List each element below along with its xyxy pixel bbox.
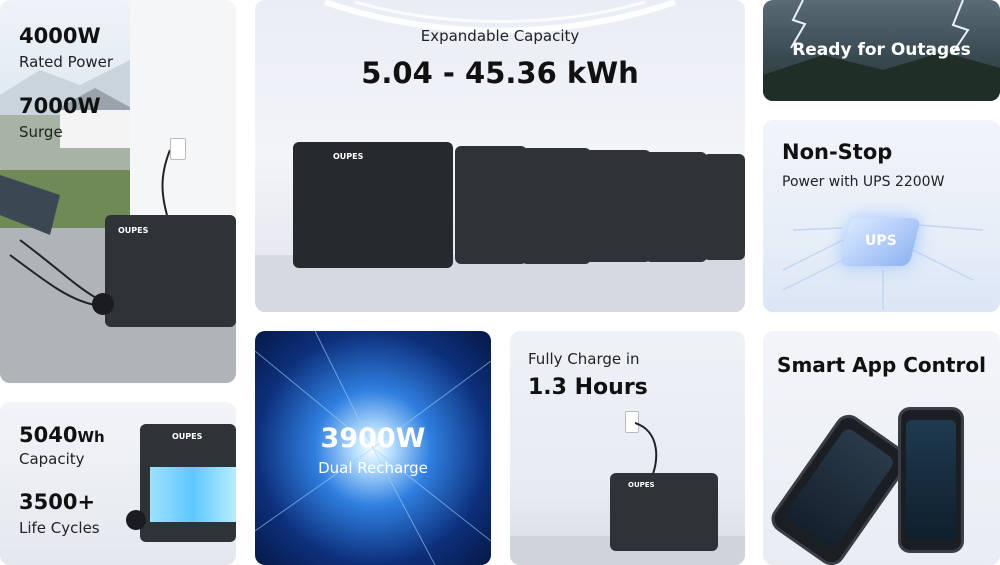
life-cycles-value: 3500+ xyxy=(19,490,96,514)
capacity-label: Expandable Capacity xyxy=(420,27,580,45)
phone-mockup-left xyxy=(766,409,914,565)
outages-label: Ready for Outages xyxy=(792,40,971,60)
ups-title: Non-Stop xyxy=(782,140,893,164)
capacity-number: 5040 xyxy=(19,423,78,447)
app-screen xyxy=(783,426,896,551)
app-title: Smart App Control xyxy=(777,353,986,377)
ups-chip-label: UPS xyxy=(865,233,897,249)
rated-power-label: Rated Power xyxy=(19,53,114,71)
unit-wheel xyxy=(126,510,146,530)
capacity-text-label: Capacity xyxy=(19,450,85,468)
life-cycles-label: Life Cycles xyxy=(19,519,100,537)
main-power-station xyxy=(293,142,453,268)
ups-subtitle: Power with UPS 2200W xyxy=(782,174,945,190)
expansion-battery-2 xyxy=(521,148,591,264)
fullcharge-value: 1.3 Hours xyxy=(528,375,648,400)
expansion-battery-1 xyxy=(455,146,527,264)
app-screen xyxy=(906,420,956,540)
recharge-label: Dual Recharge xyxy=(318,459,428,477)
unit-brand-logo: OUPES xyxy=(118,226,149,235)
tile-ups: UPS Non-Stop Power with UPS 2200W xyxy=(763,120,1000,312)
tile-dual-recharge: 3900W Dual Recharge xyxy=(255,331,491,565)
recharge-value: 3900W xyxy=(320,423,426,454)
capacity-wh-value: 5040Wh xyxy=(19,423,105,447)
wall-outlet-icon xyxy=(170,138,186,160)
main-station-logo: OUPES xyxy=(333,152,364,161)
phone-mockup-right xyxy=(898,407,964,553)
battery-cells-glow xyxy=(150,467,236,522)
rated-power-value: 4000W xyxy=(19,24,101,48)
expansion-battery-5 xyxy=(703,154,745,260)
tile-expandable-capacity: OUPES Expandable Capacity 5.04 - 45.36 k… xyxy=(255,0,745,312)
tile-smart-app: Smart App Control xyxy=(763,331,1000,565)
tile-ready-for-outages: Ready for Outages xyxy=(763,0,1000,101)
tile-battery-capacity: OUPES 5040Wh Capacity 3500+ Life Cycles xyxy=(0,402,236,565)
surge-power-value: 7000W xyxy=(19,94,101,118)
fullcharge-label: Fully Charge in xyxy=(528,350,640,368)
expansion-battery-3 xyxy=(585,150,651,262)
battery-unit-logo: OUPES xyxy=(172,432,203,441)
expansion-battery-4 xyxy=(645,152,707,262)
charging-station-unit xyxy=(610,473,718,551)
capacity-value: 5.04 - 45.36 kWh xyxy=(361,56,639,90)
capacity-unit: Wh xyxy=(77,428,105,446)
charging-unit-logo: OUPES xyxy=(628,481,655,489)
tile-full-charge: OUPES Fully Charge in 1.3 Hours xyxy=(510,331,745,565)
tile-rated-power: OUPES 4000W Rated Power 7000W Surge xyxy=(0,0,236,383)
surge-power-label: Surge xyxy=(19,123,63,141)
unit-wheel xyxy=(92,293,114,315)
